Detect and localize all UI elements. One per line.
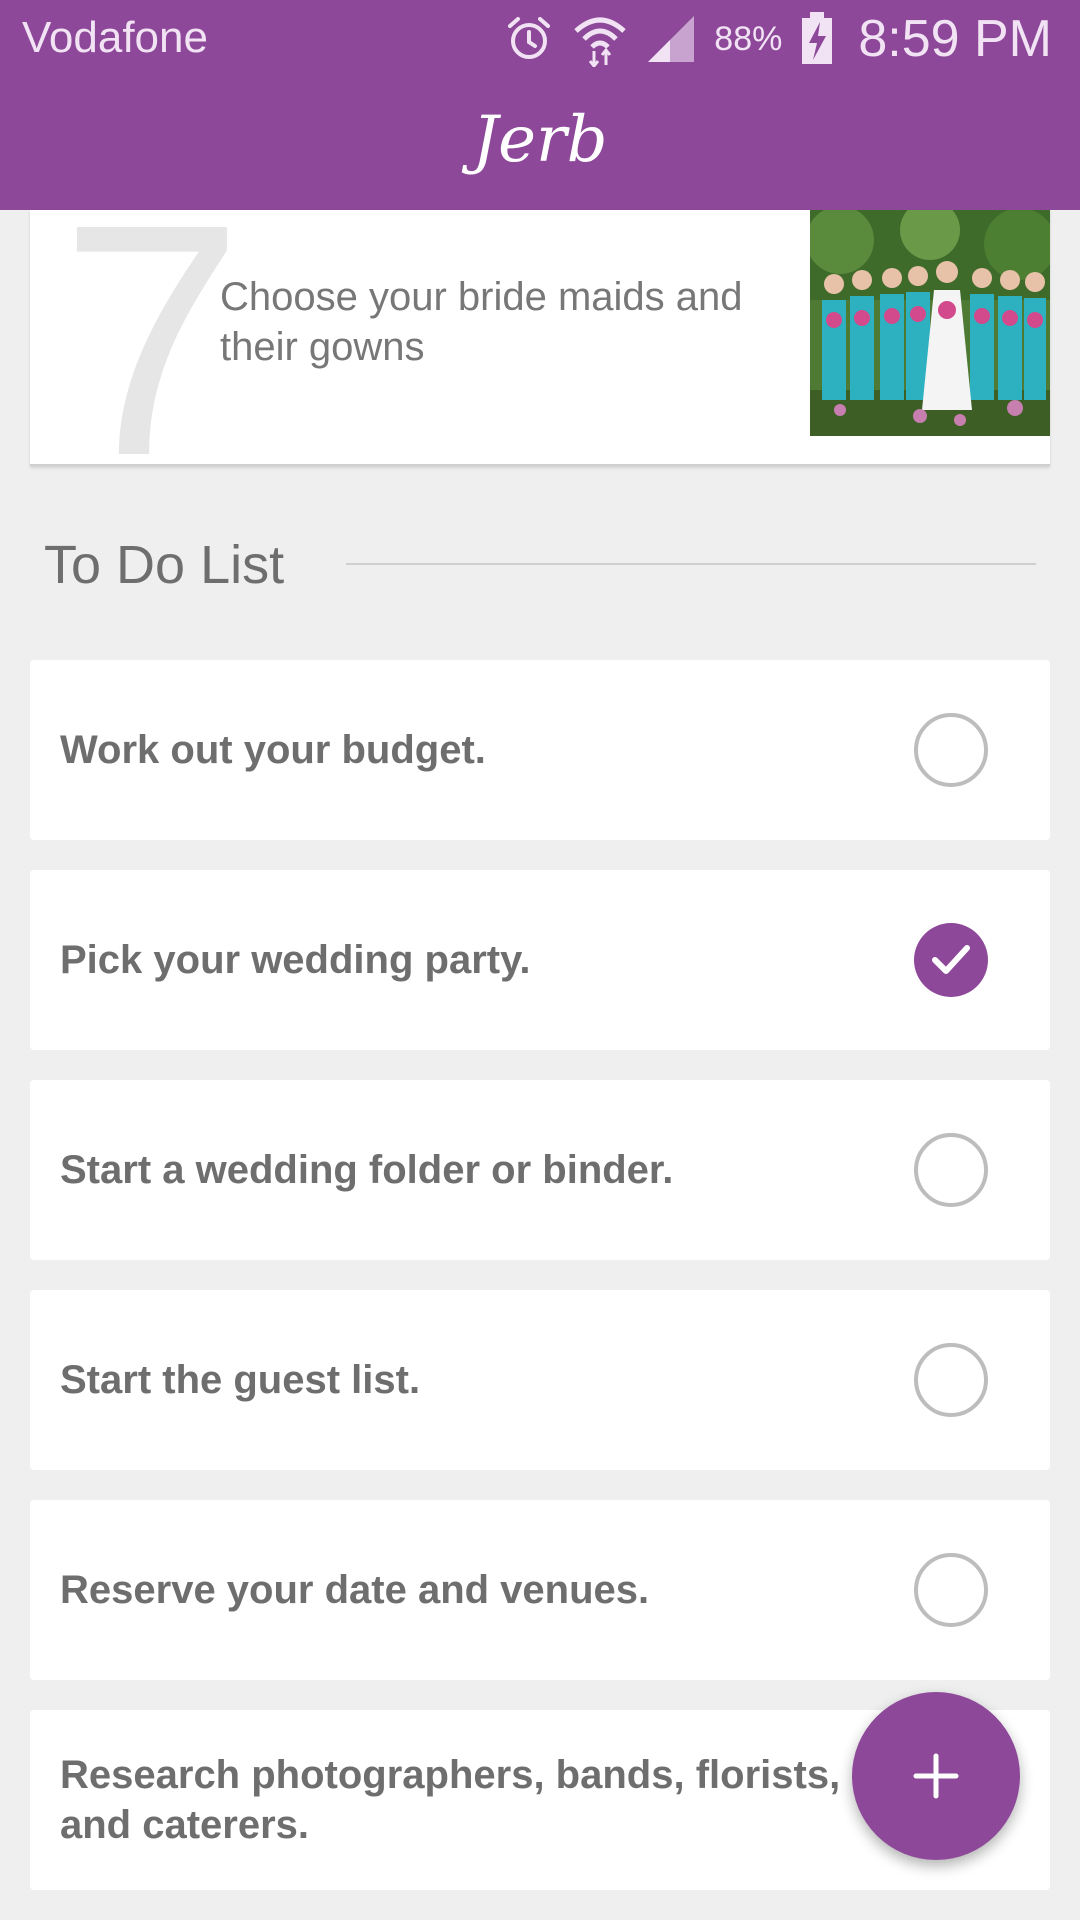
- todo-label: Research photographers, bands, florists,…: [60, 1753, 841, 1847]
- todo-label: Start the guest list.: [60, 1358, 421, 1402]
- battery-percent: 88%: [714, 19, 783, 58]
- add-task-button[interactable]: [852, 1692, 1020, 1860]
- checkmark-icon: [932, 945, 970, 974]
- todo-checkbox[interactable]: [914, 1133, 988, 1207]
- todo-label: Work out your budget.: [60, 728, 486, 772]
- todo-label: Reserve your date and venues.: [60, 1568, 650, 1612]
- step-description: Choose your bride maids and their gowns: [220, 275, 743, 369]
- todo-checkbox-checked[interactable]: [914, 923, 988, 997]
- status-time: 8:59 PM: [858, 10, 1052, 68]
- app-header: Vodafone 88% 8:59 PM Jerb: [0, 0, 1080, 210]
- todo-checkbox[interactable]: [914, 1553, 988, 1627]
- app-logo: Jerb: [472, 103, 608, 177]
- todo-checkbox[interactable]: [914, 713, 988, 787]
- todo-item[interactable]: Start the guest list.: [30, 1290, 1050, 1470]
- wifi-icon: [574, 17, 626, 67]
- signal-icon: [648, 16, 695, 62]
- todo-item[interactable]: Start a wedding folder or binder.: [30, 1080, 1050, 1260]
- app-screen: Vodafone 88% 8:59 PM Jerb 7 Choose your …: [0, 0, 1080, 1920]
- todo-item[interactable]: Work out your budget.: [30, 660, 1050, 840]
- todo-item[interactable]: Reserve your date and venues.: [30, 1500, 1050, 1680]
- todo-checkbox[interactable]: [914, 1343, 988, 1417]
- step-card[interactable]: 7 Choose your bride maids and their gown…: [30, 210, 1050, 466]
- todo-label: Pick your wedding party.: [60, 938, 531, 982]
- alarm-icon: [508, 17, 551, 59]
- battery-charging-icon: [802, 12, 833, 64]
- todo-label: Start a wedding folder or binder.: [60, 1148, 674, 1192]
- step-number: 7: [60, 210, 244, 466]
- carrier-name: Vodafone: [22, 13, 208, 62]
- status-bar: Vodafone 88% 8:59 PM: [0, 0, 1080, 78]
- todo-item[interactable]: Pick your wedding party.: [30, 870, 1050, 1050]
- status-icons: 88% 8:59 PM: [504, 8, 1052, 70]
- bridesmaids-photo: [810, 210, 1050, 436]
- section-divider: [346, 563, 1036, 565]
- plus-icon: [913, 1753, 959, 1799]
- todo-section-title: To Do List: [44, 535, 285, 595]
